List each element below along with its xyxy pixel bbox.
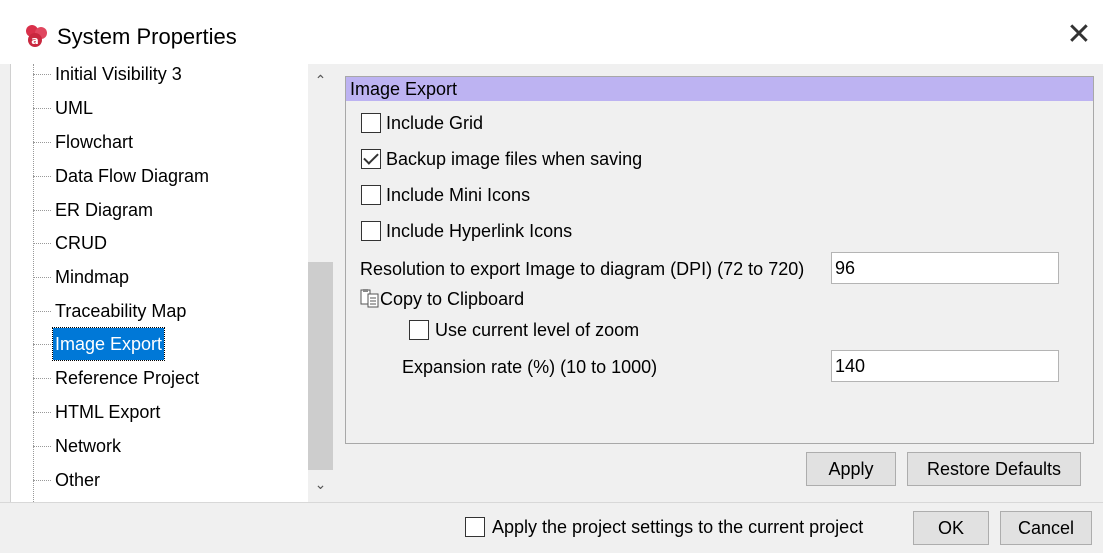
title-bar: a System Properties ✕: [0, 0, 1103, 64]
scrollbar-thumb[interactable]: [308, 262, 333, 470]
tree-item-other[interactable]: Other: [11, 464, 311, 496]
tree-item-mindmap[interactable]: Mindmap: [11, 261, 311, 293]
dialog-body: Initial Visibility 3 UML Flowchart Data …: [0, 64, 1103, 553]
cancel-button[interactable]: Cancel: [1000, 511, 1092, 545]
include-mini-icons-label: Include Mini Icons: [386, 185, 531, 205]
tree-item-data-flow-diagram[interactable]: Data Flow Diagram: [11, 160, 311, 192]
app-logo-icon: a: [26, 25, 47, 47]
include-hyperlink-icons-checkbox[interactable]: [361, 221, 381, 241]
resolution-label: Resolution to export Image to diagram (D…: [360, 259, 805, 279]
svg-text:a: a: [31, 34, 38, 47]
ok-button[interactable]: OK: [913, 511, 989, 545]
apply-project-settings-label: Apply the project settings to the curren…: [492, 517, 864, 537]
clipboard-icon: [360, 289, 379, 308]
tree-item-crud[interactable]: CRUD: [11, 227, 311, 259]
use-zoom-checkbox[interactable]: [409, 320, 429, 340]
apply-button[interactable]: Apply: [806, 452, 896, 486]
chevron-down-icon[interactable]: ⌄: [308, 472, 333, 497]
tree-item-flowchart[interactable]: Flowchart: [11, 126, 311, 158]
tree-item-html-export[interactable]: HTML Export: [11, 396, 311, 428]
window-title: System Properties: [57, 24, 237, 49]
tree-scrollbar[interactable]: ⌃ ⌄: [308, 64, 333, 502]
backup-images-checkbox[interactable]: [361, 149, 381, 169]
use-zoom-label: Use current level of zoom: [435, 320, 640, 340]
expansion-rate-input[interactable]: 140: [831, 350, 1059, 382]
include-grid-label: Include Grid: [386, 113, 484, 133]
tree-item-uml[interactable]: UML: [11, 92, 311, 124]
tree-item-reference-project[interactable]: Reference Project: [11, 362, 311, 394]
include-mini-icons-checkbox[interactable]: [361, 185, 381, 205]
tree-item-network[interactable]: Network: [11, 430, 311, 462]
apply-project-settings-checkbox[interactable]: [465, 517, 485, 537]
image-export-panel: Image Export Include Grid Backup image f…: [345, 76, 1094, 444]
dialog-footer: Apply the project settings to the curren…: [0, 502, 1103, 553]
restore-defaults-button[interactable]: Restore Defaults: [907, 452, 1081, 486]
close-icon[interactable]: ✕: [1064, 20, 1094, 50]
tree-item-image-export[interactable]: Image Export: [11, 327, 311, 361]
backup-images-label: Backup image files when saving: [386, 149, 643, 169]
chevron-up-icon[interactable]: ⌃: [308, 68, 333, 93]
include-grid-checkbox[interactable]: [361, 113, 381, 133]
expansion-rate-label: Expansion rate (%) (10 to 1000): [402, 357, 658, 377]
category-tree: Initial Visibility 3 UML Flowchart Data …: [10, 64, 333, 502]
resolution-input[interactable]: 96: [831, 252, 1059, 284]
checkmark-icon: [363, 149, 379, 165]
include-hyperlink-icons-label: Include Hyperlink Icons: [386, 221, 573, 241]
tree-item-initial-visibility-3[interactable]: Initial Visibility 3: [11, 64, 311, 90]
tree-item-traceability-map[interactable]: Traceability Map: [11, 295, 311, 327]
copy-to-clipboard-label: Copy to Clipboard: [380, 289, 525, 309]
panel-header: Image Export: [346, 77, 1093, 101]
tree-item-er-diagram[interactable]: ER Diagram: [11, 194, 311, 226]
